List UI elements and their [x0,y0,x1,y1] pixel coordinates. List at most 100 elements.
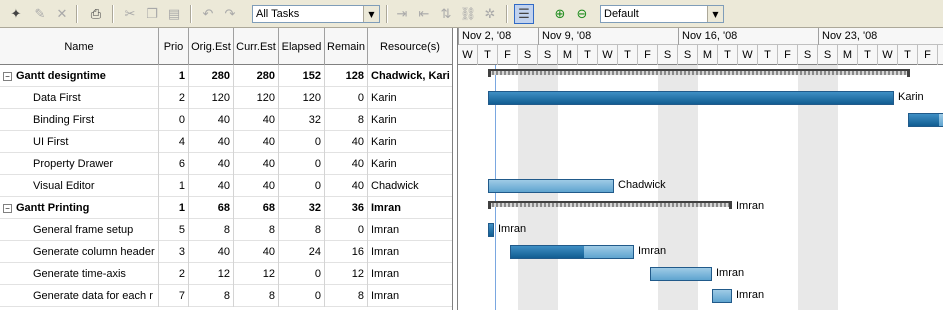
cell-curr-est[interactable]: 120 [234,87,279,109]
cell-remain[interactable]: 8 [325,109,368,131]
table-row[interactable]: Data First 2 120 120 120 0 Karin [0,87,452,109]
table-row[interactable]: Generate column header 3 40 40 24 16 Imran [0,241,452,263]
cell-prio[interactable]: 1 [159,175,189,197]
cell-remain[interactable]: 40 [325,153,368,175]
cell-name[interactable]: Data First [0,87,159,109]
task-bar[interactable] [488,179,614,193]
table-row[interactable]: UI First 4 40 40 0 40 Karin [0,131,452,153]
table-row[interactable]: Generate time-axis 2 12 12 0 12 Imran [0,263,452,285]
cell-name[interactable]: General frame setup [0,219,159,241]
undo-icon[interactable]: ↶ [198,4,218,24]
cell-orig-est[interactable]: 8 [189,285,234,307]
cell-curr-est[interactable]: 40 [234,175,279,197]
cell-remain[interactable]: 8 [325,285,368,307]
table-row[interactable]: Generate data for each r 7 8 8 0 8 Imran [0,285,452,307]
cell-resources[interactable]: Karin [368,153,452,175]
cell-orig-est[interactable]: 280 [189,65,234,87]
cell-elapsed[interactable]: 0 [279,285,325,307]
task-filter-select[interactable]: All Tasks ▼ [252,5,380,23]
zoom-in-icon[interactable]: ⊕ [550,4,570,24]
cell-elapsed[interactable]: 0 [279,153,325,175]
cell-resources[interactable]: Imran [368,263,452,285]
cell-name[interactable]: Visual Editor [0,175,159,197]
cell-elapsed[interactable]: 0 [279,131,325,153]
copy-icon[interactable]: ❐ [142,4,162,24]
cell-name[interactable]: Binding First [0,109,159,131]
cell-prio[interactable]: 1 [159,197,189,219]
column-header-orig-est[interactable]: Orig.Est [189,28,234,65]
task-bar[interactable] [908,113,943,127]
task-list-icon[interactable]: ☰ [514,4,534,24]
zoom-out-icon[interactable]: ⊖ [572,4,592,24]
cell-orig-est[interactable]: 120 [189,87,234,109]
cell-curr-est[interactable]: 40 [234,131,279,153]
table-row[interactable]: Property Drawer 6 40 40 0 40 Karin [0,153,452,175]
outdent-icon[interactable]: ⇤ [414,4,434,24]
cut-icon[interactable]: ✂ [120,4,140,24]
cell-resources[interactable]: Karin [368,131,452,153]
table-row[interactable]: Binding First 0 40 40 32 8 Karin [0,109,452,131]
column-header-resources[interactable]: Resource(s) [368,28,452,65]
cell-prio[interactable]: 2 [159,263,189,285]
cell-prio[interactable]: 6 [159,153,189,175]
cell-resources[interactable]: Chadwick [368,175,452,197]
summary-bar[interactable] [488,69,910,77]
cell-resources[interactable]: Imran [368,285,452,307]
cell-elapsed[interactable]: 24 [279,241,325,263]
cell-resources[interactable]: Imran [368,241,452,263]
print-icon[interactable]: ⎙ [86,4,106,24]
table-row[interactable]: General frame setup 5 8 8 8 0 Imran [0,219,452,241]
cell-curr-est[interactable]: 8 [234,285,279,307]
task-bar[interactable] [510,245,634,259]
table-row[interactable]: − Gantt Printing 1 68 68 32 36 Imran [0,197,452,219]
edit-icon[interactable]: ✎ [30,4,50,24]
task-bar[interactable] [488,223,494,237]
cell-orig-est[interactable]: 40 [189,241,234,263]
cell-orig-est[interactable]: 40 [189,153,234,175]
cell-orig-est[interactable]: 12 [189,263,234,285]
cell-orig-est[interactable]: 68 [189,197,234,219]
cell-prio[interactable]: 0 [159,109,189,131]
cell-orig-est[interactable]: 40 [189,109,234,131]
table-row[interactable]: − Gantt designtime 1 280 280 152 128 Chadwick, … [0,65,452,87]
cell-curr-est[interactable]: 40 [234,153,279,175]
cell-elapsed[interactable]: 8 [279,219,325,241]
cell-remain[interactable]: 128 [325,65,368,87]
task-bar[interactable] [712,289,732,303]
chevron-down-icon[interactable]: ▼ [707,6,723,22]
cell-name[interactable]: Property Drawer [0,153,159,175]
cell-curr-est[interactable]: 40 [234,109,279,131]
cell-resources[interactable]: Imran [368,219,452,241]
cell-orig-est[interactable]: 40 [189,131,234,153]
cell-name[interactable]: UI First [0,131,159,153]
cell-elapsed[interactable]: 152 [279,65,325,87]
cell-curr-est[interactable]: 68 [234,197,279,219]
cell-name[interactable]: Generate data for each r [0,285,159,307]
cell-name[interactable]: − Gantt designtime [0,65,159,87]
cell-curr-est[interactable]: 280 [234,65,279,87]
cell-prio[interactable]: 2 [159,87,189,109]
table-row[interactable]: Visual Editor 1 40 40 0 40 Chadwick [0,175,452,197]
cell-curr-est[interactable]: 8 [234,219,279,241]
task-bar[interactable] [488,91,894,105]
cell-remain[interactable]: 16 [325,241,368,263]
delete-icon[interactable]: ✕ [52,4,72,24]
summary-bar[interactable] [488,201,732,209]
link-icon[interactable]: ⛓ [458,4,478,24]
cell-resources[interactable]: Chadwick, Kari [368,65,452,87]
collapse-toggle-icon[interactable]: − [3,71,12,81]
column-header-remain[interactable]: Remain [325,28,368,65]
cell-remain[interactable]: 40 [325,131,368,153]
cell-resources[interactable]: Karin [368,109,452,131]
cell-prio[interactable]: 3 [159,241,189,263]
cell-resources[interactable]: Imran [368,197,452,219]
redo-icon[interactable]: ↷ [220,4,240,24]
column-header-prio[interactable]: Prio [159,28,189,65]
cell-prio[interactable]: 4 [159,131,189,153]
column-header-name[interactable]: Name [0,28,159,65]
cell-remain[interactable]: 0 [325,87,368,109]
cell-curr-est[interactable]: 40 [234,241,279,263]
indent-icon[interactable]: ⇥ [392,4,412,24]
move-icon[interactable]: ⇅ [436,4,456,24]
cell-orig-est[interactable]: 8 [189,219,234,241]
